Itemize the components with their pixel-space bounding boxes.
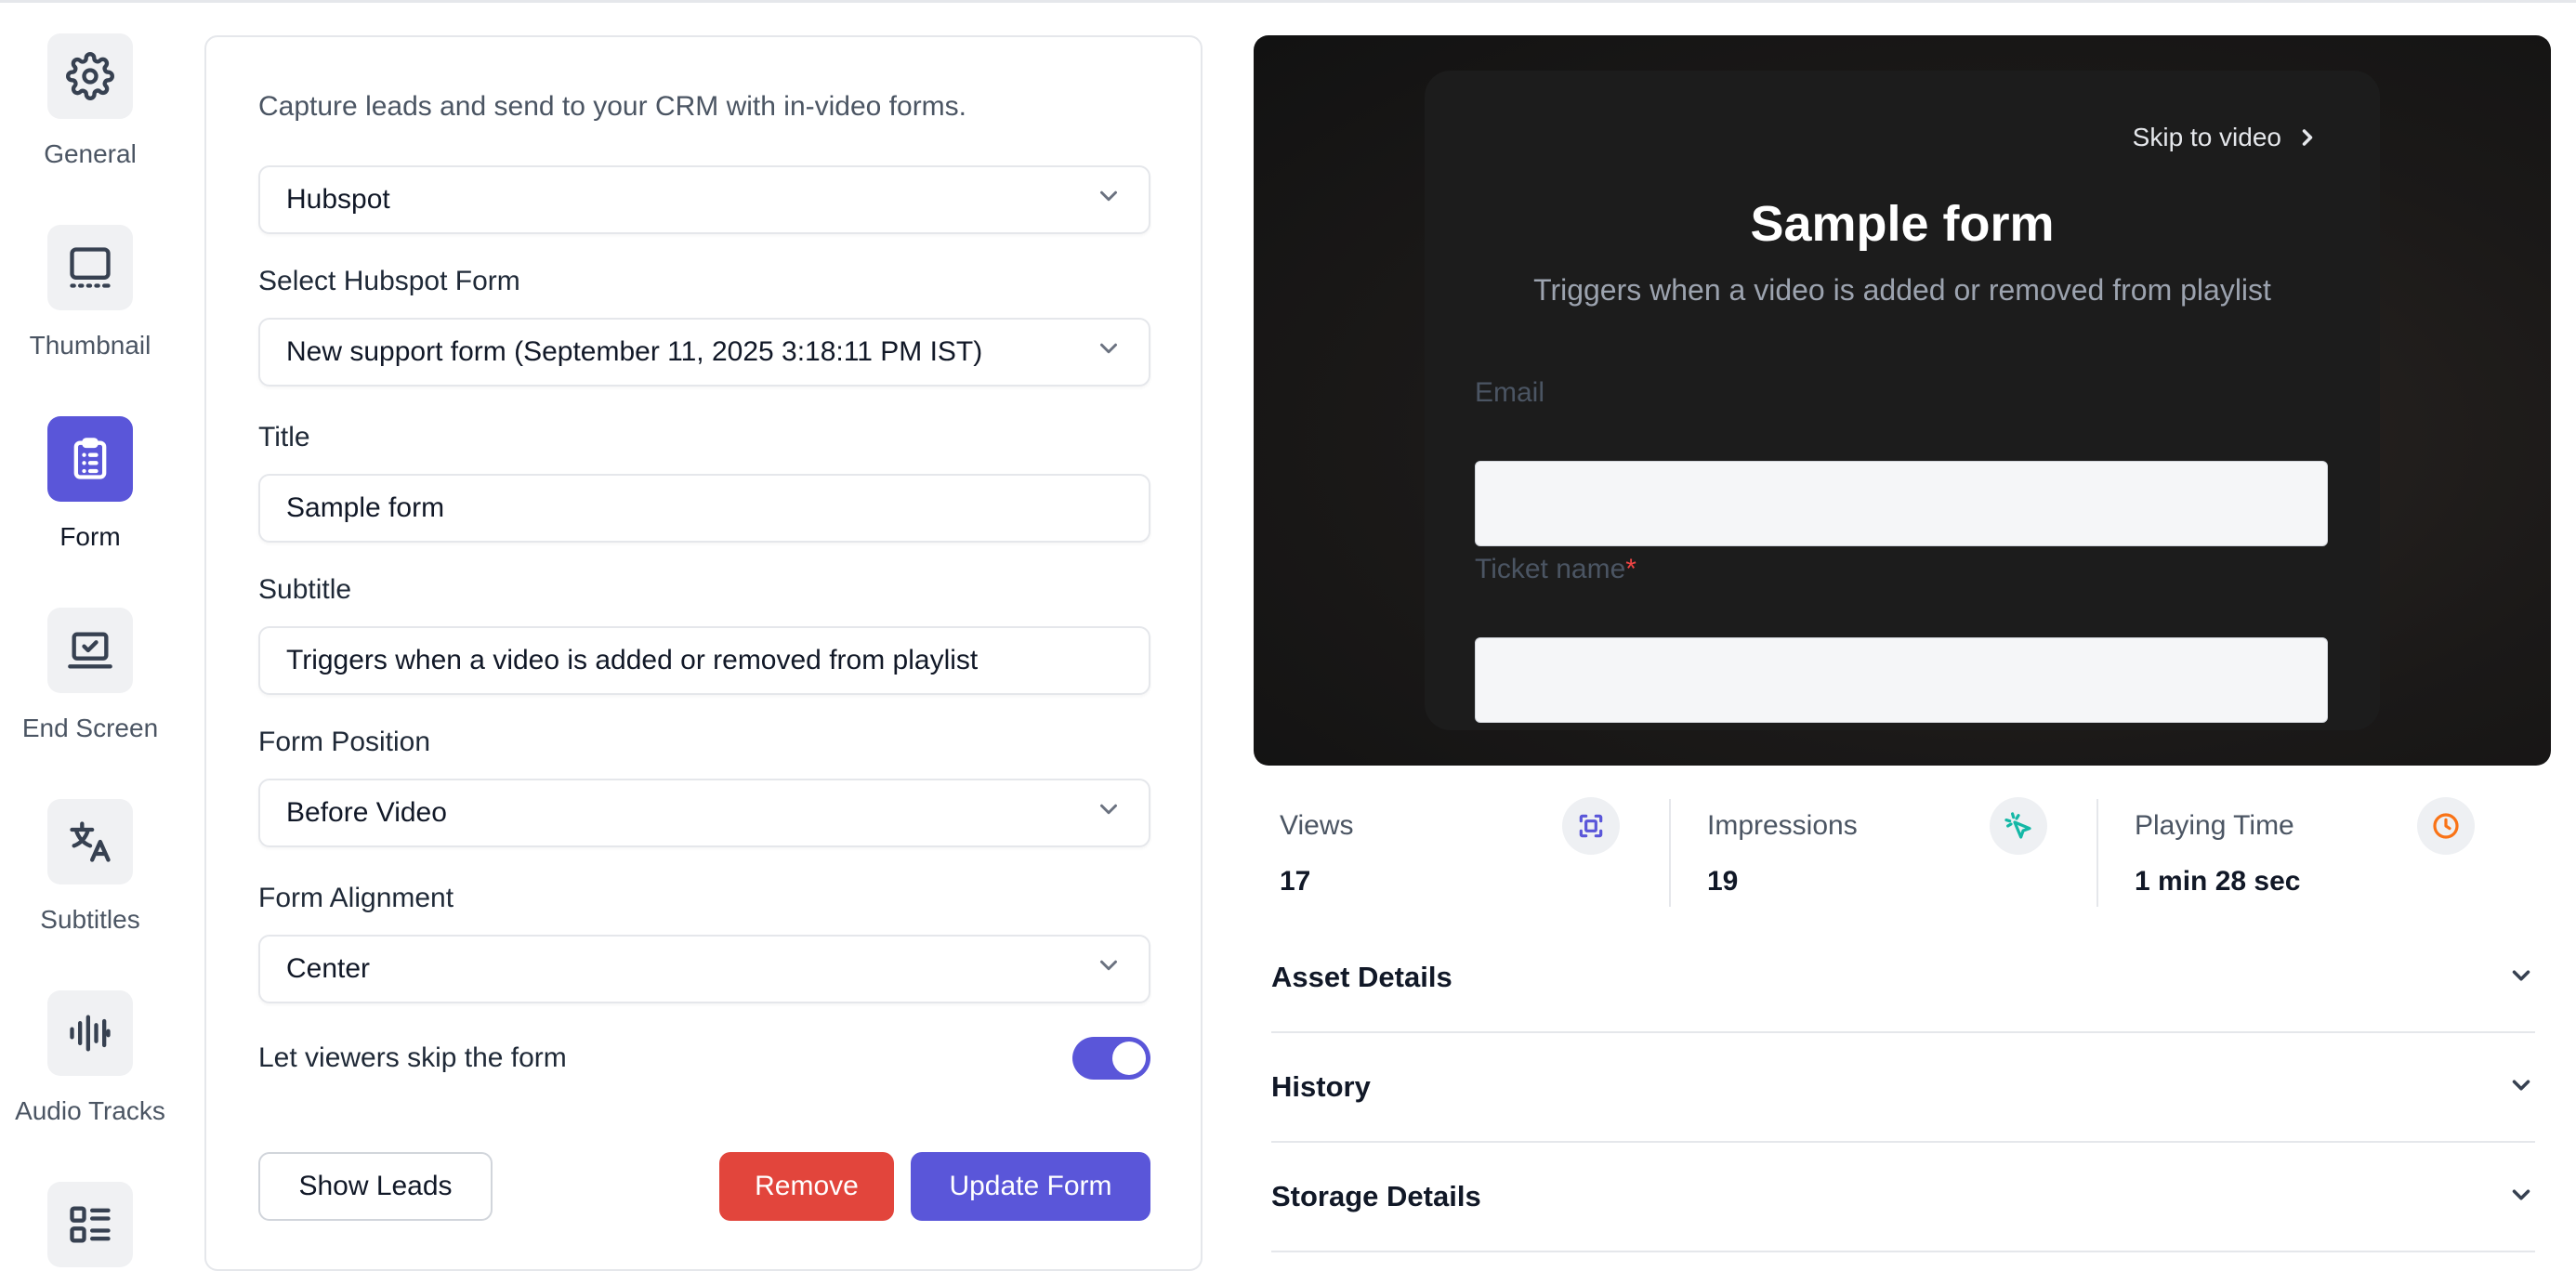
sidebar-item-end-screen[interactable]: End Screen [0,608,180,743]
clock-icon [2417,797,2475,855]
playing-time-value: 1 min 28 sec [2135,866,2301,897]
remove-button[interactable]: Remove [719,1152,894,1221]
playing-time-stat: Playing Time 1 min 28 sec [2109,797,2499,907]
asset-details-accordion[interactable]: Asset Details [1271,924,2535,1033]
accordion-title: Storage Details [1271,1180,1481,1212]
hubspot-form-label: Select Hubspot Form [258,266,520,296]
views-label: Views [1280,810,1354,841]
form-position-select[interactable]: Before Video [258,779,1150,847]
show-leads-button[interactable]: Show Leads [258,1152,493,1221]
chevron-down-icon [1095,951,1123,987]
form-alignment-value: Center [286,953,371,984]
translate-icon [47,799,133,884]
accordion-title: History [1271,1070,1371,1103]
form-position-label: Form Position [258,727,431,757]
sidebar-item-thumbnail[interactable]: Thumbnail [0,225,180,360]
settings-sidebar: General Thumbnail Form End Screen Subtit… [0,0,180,1284]
required-mark: * [1625,554,1636,584]
form-intro-text: Capture leads and send to your CRM with … [258,91,967,122]
sidebar-item-label: Audio Tracks [15,1096,165,1125]
video-preview: Skip to video Sample form Triggers when … [1254,35,2551,766]
chevron-down-icon [2507,1071,2535,1104]
chevron-down-icon [2507,1181,2535,1213]
sidebar-item-label: End Screen [21,714,159,742]
form-alignment-label: Form Alignment [258,883,454,913]
sidebar-item-label: Thumbnail [29,331,151,360]
sidebar-item-general[interactable]: General [0,33,180,169]
skip-to-video-link[interactable]: Skip to video [2133,123,2320,152]
subtitle-input-value: Triggers when a video is added or remove… [286,645,979,675]
hubspot-form-select[interactable]: New support form (September 11, 2025 3:1… [258,318,1150,387]
sidebar-item-label: Form [59,522,121,551]
views-stat: Views 17 [1254,797,1644,907]
sidebar-item-subtitles[interactable]: Subtitles [0,799,180,935]
title-input[interactable]: Sample form [258,474,1150,543]
title-label: Title [258,422,310,452]
form-overlay: Skip to video Sample form Triggers when … [1425,71,2380,730]
subtitle-input[interactable]: Triggers when a video is added or remove… [258,626,1150,695]
views-value: 17 [1280,866,1311,897]
impressions-value: 19 [1707,866,1739,897]
chevron-right-icon [2302,129,2313,146]
impressions-label: Impressions [1707,810,1858,841]
storage-details-accordion[interactable]: Storage Details [1271,1143,2535,1252]
sidebar-item-audio-tracks[interactable]: Audio Tracks [0,990,180,1126]
skip-form-toggle[interactable] [1072,1037,1150,1080]
crm-provider-value: Hubspot [286,184,390,215]
sidebar-item-form[interactable]: Form [0,416,180,552]
stat-divider [2096,799,2098,907]
crm-provider-select[interactable]: Hubspot [258,165,1150,234]
sidebar-item-label: Subtitles [40,905,140,934]
laptop-check-icon [47,608,133,693]
subtitle-label: Subtitle [258,574,352,605]
chevron-down-icon [2507,962,2535,994]
skip-form-label: Let viewers skip the form [258,1042,567,1073]
ticket-name-field-label: Ticket name* [1475,554,1636,584]
sidebar-item-layout[interactable] [0,1182,180,1267]
form-position-value: Before Video [286,797,447,828]
cursor-click-icon [1990,797,2047,855]
update-form-button[interactable]: Update Form [911,1152,1150,1221]
thumbnail-icon [47,225,133,310]
title-input-value: Sample form [286,492,445,523]
history-accordion[interactable]: History [1271,1033,2535,1143]
clipboard-icon [47,416,133,502]
list-layout-icon [47,1182,133,1267]
skip-to-video-label: Skip to video [2132,123,2281,151]
chevron-down-icon [1095,182,1123,217]
ticket-name-field[interactable] [1475,637,2328,723]
accordion-title: Asset Details [1271,961,1452,993]
playing-time-label: Playing Time [2135,810,2294,841]
email-field-label: Email [1475,377,1545,408]
gear-icon [47,33,133,119]
hubspot-form-value: New support form (September 11, 2025 3:1… [286,336,983,367]
impressions-stat: Impressions 19 [1681,797,2071,907]
overlay-title: Sample form [1750,196,2055,252]
top-border [0,0,2576,3]
chevron-down-icon [1095,334,1123,370]
form-alignment-select[interactable]: Center [258,935,1150,1003]
sidebar-item-label: General [44,139,137,168]
overlay-subtitle: Triggers when a video is added or remove… [1533,273,2271,307]
scan-icon [1562,797,1620,855]
waveform-icon [47,990,133,1076]
chevron-down-icon [1095,795,1123,831]
toggle-knob [1112,1042,1146,1075]
form-settings-panel: Capture leads and send to your CRM with … [204,35,1203,1271]
email-field[interactable] [1475,461,2328,546]
stat-divider [1669,799,1671,907]
